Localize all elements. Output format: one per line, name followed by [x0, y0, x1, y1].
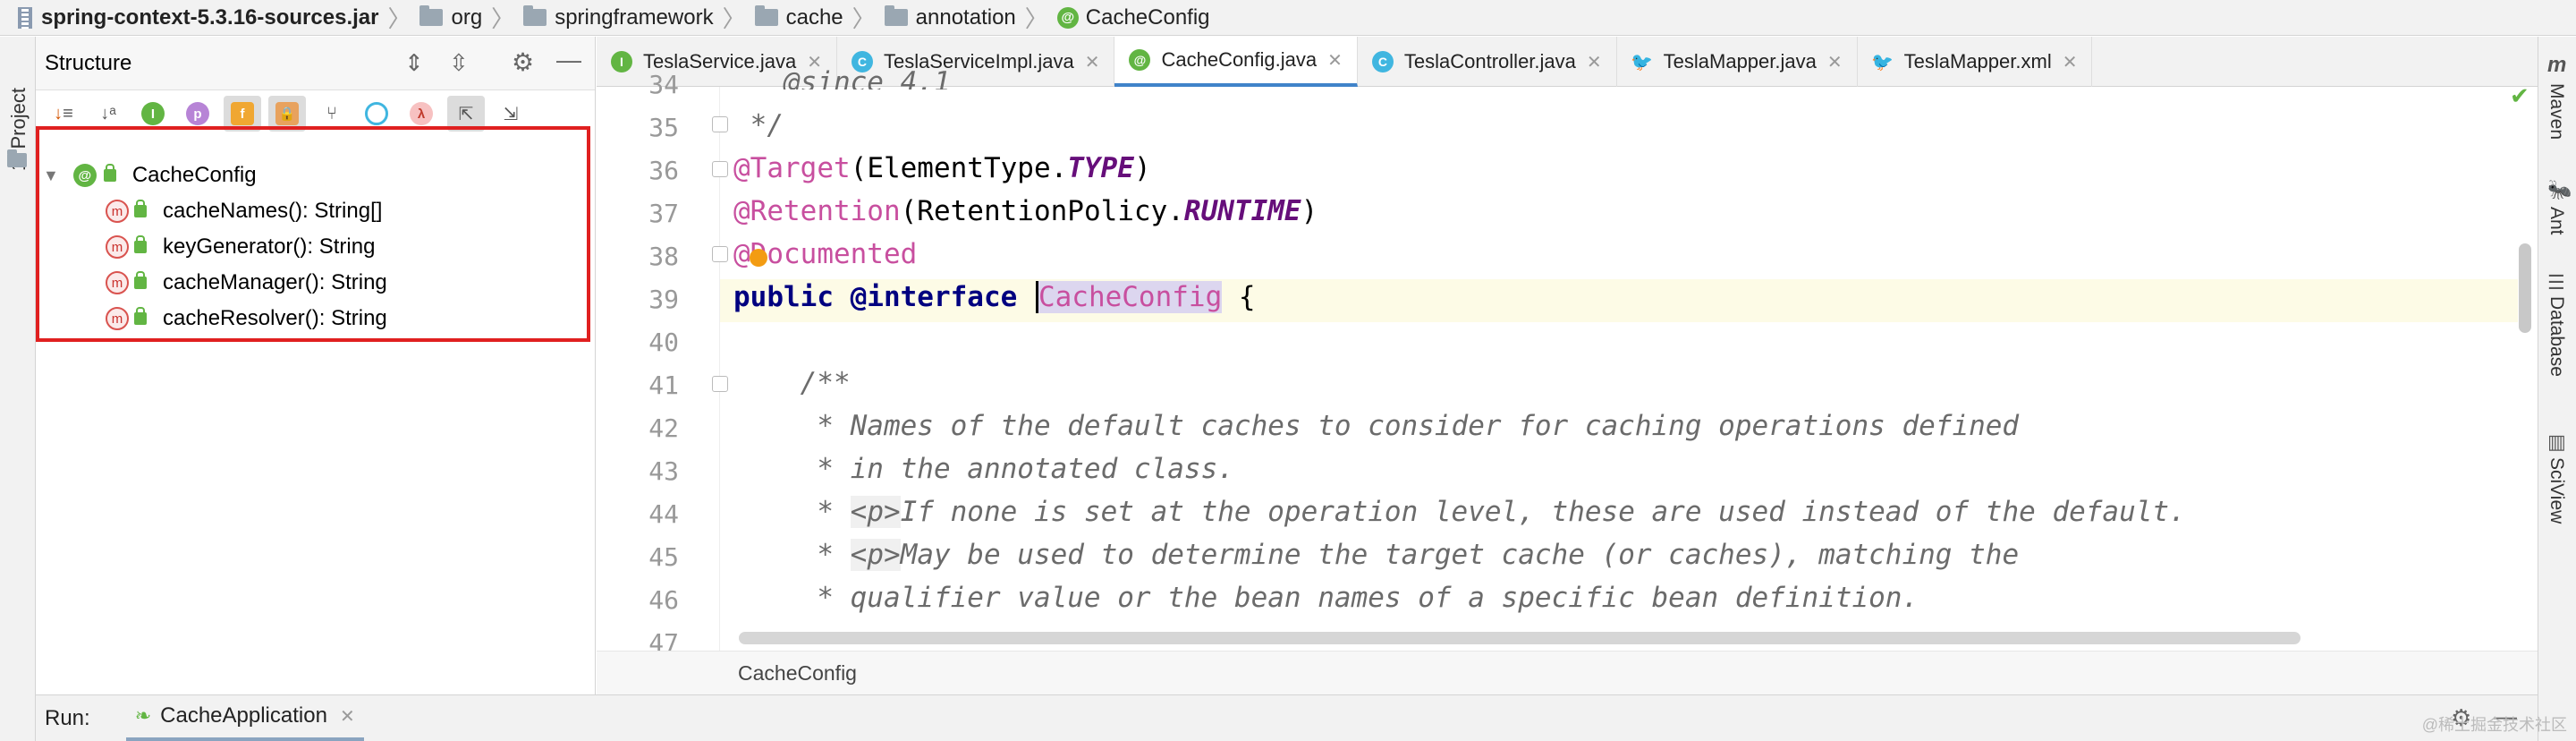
code-line: * Names of the default caches to conside… [733, 410, 2020, 442]
annotation-icon: @ [1129, 49, 1151, 71]
line-number: 46 [648, 585, 679, 615]
maven-icon: m [2547, 53, 2567, 77]
fold-marker-icon[interactable] [712, 376, 728, 392]
jar-icon [18, 6, 32, 29]
project-folder-icon [7, 149, 27, 167]
ant-icon: 🐜 [2547, 178, 2572, 200]
watermark: @稀土掘金技术社区 [2421, 716, 2567, 734]
close-icon[interactable]: ✕ [1827, 51, 1843, 73]
breadcrumb-cacheconfig[interactable]: @ CacheConfig [1056, 5, 1210, 30]
mybatis-bird-icon: 🐦 [1871, 52, 1894, 72]
breadcrumb-jar[interactable]: spring-context-5.3.16-sources.jar 〉 [18, 1, 411, 34]
structure-title: Structure [45, 50, 132, 75]
editor-breadcrumb: CacheConfig [597, 651, 2538, 694]
check-icon: ✔ [2510, 82, 2529, 109]
ant-tool-button[interactable]: Ant [2546, 207, 2567, 235]
close-icon[interactable]: ✕ [1587, 51, 1602, 73]
left-tool-stripe: 1: Project [0, 37, 36, 741]
line-number: 44 [648, 499, 679, 529]
code-line: @since 4.1 [733, 66, 951, 89]
folder-icon [754, 5, 778, 26]
editor-breadcrumb-item[interactable]: CacheConfig [738, 661, 857, 686]
code-line: @Target(ElementType.TYPE) [733, 152, 1151, 184]
sciview-tool-button[interactable]: SciView [2546, 457, 2567, 524]
line-number: 38 [648, 242, 679, 271]
line-number: 35 [648, 113, 679, 142]
navigation-breadcrumb: spring-context-5.3.16-sources.jar 〉 org 〉 … [0, 0, 2576, 36]
database-icon: ☰ [2547, 271, 2565, 294]
code-line: public @interface CacheConfig { [733, 281, 1256, 313]
breadcrumb-org[interactable]: org 〉 [419, 1, 514, 34]
horizontal-scrollbar[interactable] [739, 632, 2301, 644]
breadcrumb-annotation[interactable]: annotation 〉 [884, 1, 1048, 34]
line-number: 45 [648, 542, 679, 572]
breadcrumb-springframework[interactable]: springframework 〉 [523, 1, 746, 34]
tab-teslacontroller[interactable]: C TeslaController.java ✕ [1358, 37, 1617, 87]
code-line: * <p>If none is set at the operation lev… [733, 496, 2186, 528]
line-number: 41 [648, 370, 679, 400]
fold-marker-icon[interactable] [712, 246, 728, 262]
line-number: 36 [648, 156, 679, 185]
line-number: 40 [648, 328, 679, 357]
lightbulb-icon[interactable] [750, 249, 767, 267]
expand-all-icon[interactable]: ⇕ [404, 49, 424, 77]
code-line: * qualifier value or the bean names of a… [733, 582, 1919, 614]
code-line: */ [733, 109, 784, 141]
structure-header: Structure ⇕ ⇳ ⚙ — [36, 37, 595, 90]
run-label: Run: [45, 705, 90, 730]
breadcrumb-cache[interactable]: cache 〉 [754, 1, 876, 34]
annotation-icon: @ [1056, 6, 1079, 29]
close-icon[interactable]: ✕ [340, 705, 355, 728]
class-icon: C [1371, 51, 1394, 72]
close-icon[interactable]: ✕ [1085, 51, 1100, 73]
highlight-annotation-box [36, 126, 590, 342]
fold-marker-icon[interactable] [712, 116, 728, 132]
line-number: 37 [648, 199, 679, 228]
folder-icon [884, 5, 908, 26]
spring-boot-icon: ❧ [134, 704, 152, 727]
tab-teslamapper-java[interactable]: 🐦 TeslaMapper.java ✕ [1617, 37, 1858, 87]
code-line: * <p>May be used to determine the target… [733, 539, 2020, 571]
tab-cacheconfig[interactable]: @ CacheConfig.java ✕ [1114, 37, 1358, 87]
vertical-scrollbar[interactable] [2519, 243, 2531, 333]
database-tool-button[interactable]: Database [2546, 296, 2567, 377]
tab-teslamapper-xml[interactable]: 🐦 TeslaMapper.xml ✕ [1858, 37, 2093, 87]
folder-icon [523, 5, 547, 26]
code-line: * in the annotated class. [733, 453, 1234, 485]
close-icon[interactable]: ✕ [1327, 49, 1343, 72]
code-line: /** [733, 367, 851, 399]
collapse-all-icon[interactable]: ⇳ [449, 49, 469, 77]
line-number: 39 [648, 285, 679, 314]
line-number: 34 [648, 70, 679, 99]
run-tab-cacheapplication[interactable]: ❧ CacheApplication ✕ [125, 695, 364, 741]
maven-tool-button[interactable]: Maven [2546, 83, 2567, 140]
code-line: @Retention(RetentionPolicy.RUNTIME) [733, 195, 1318, 227]
sciview-icon: ▥ [2547, 430, 2566, 453]
fold-marker-icon[interactable] [712, 161, 728, 177]
line-number: 42 [648, 413, 679, 443]
hide-icon[interactable]: — [556, 46, 581, 74]
line-number: 43 [648, 456, 679, 486]
run-tool-window-bar: Run: ❧ CacheApplication ✕ ⚙ — [36, 694, 2538, 741]
gear-icon[interactable]: ⚙ [512, 47, 534, 77]
close-icon[interactable]: ✕ [2063, 51, 2078, 73]
folder-icon [419, 5, 444, 26]
right-tool-stripe: m Maven 🐜 Ant ☰ Database ▥ SciView [2538, 37, 2576, 741]
mybatis-bird-icon: 🐦 [1631, 52, 1654, 72]
